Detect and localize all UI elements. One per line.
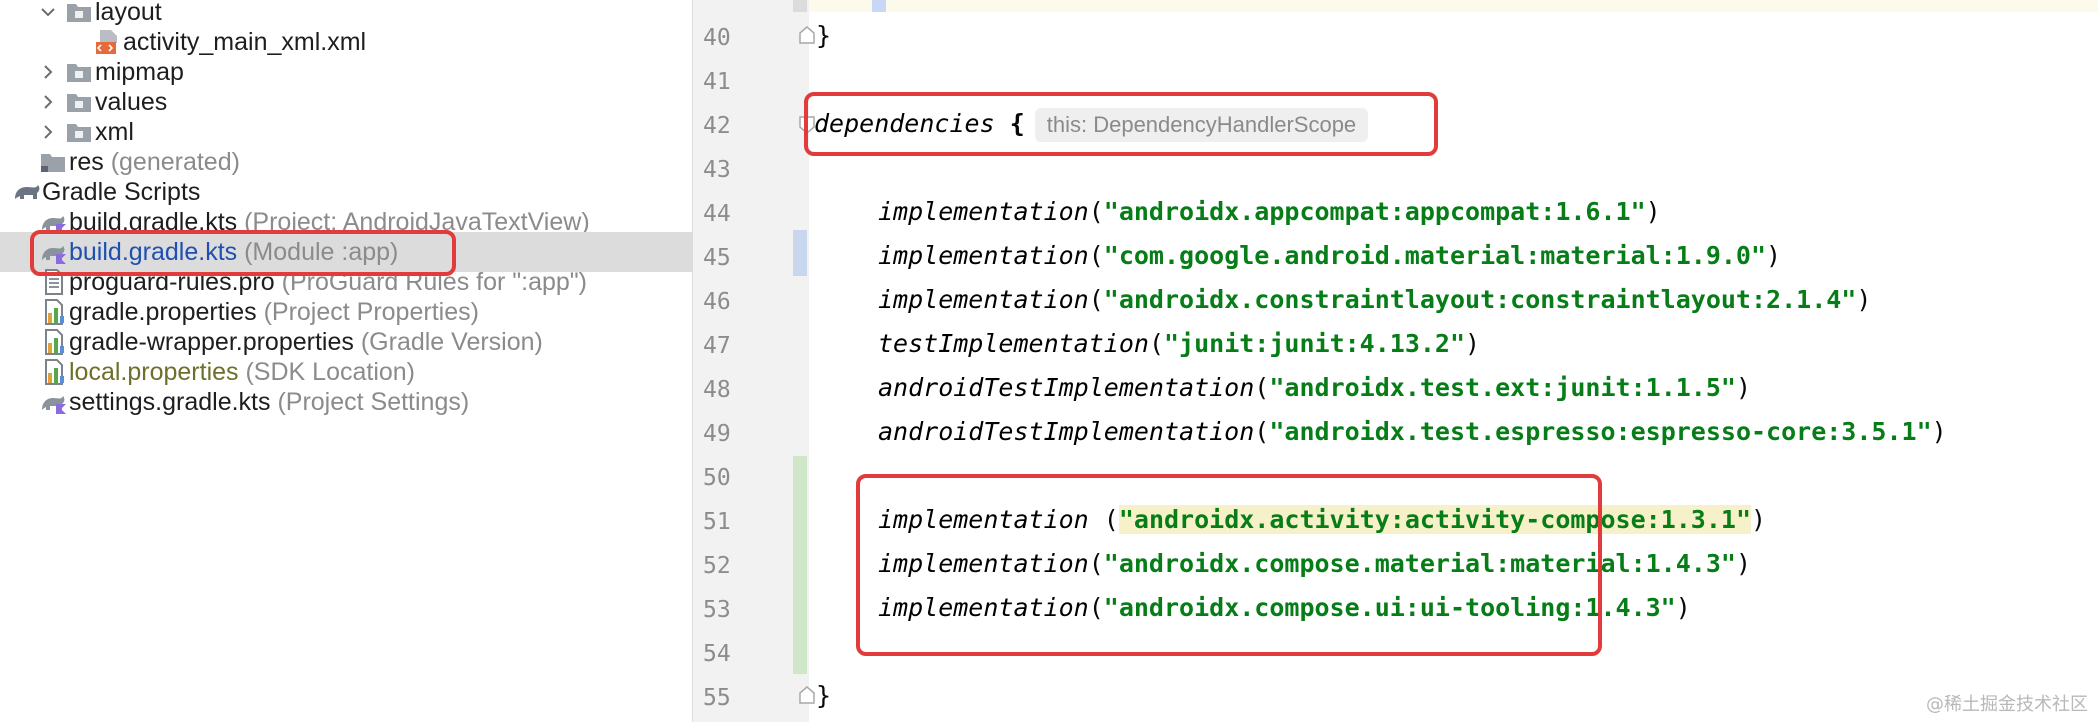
code-line: } [816,14,831,58]
gradle-kts-file-icon [40,382,70,422]
function-name: implementation [878,197,1089,226]
tree-item-hint: (Project Settings) [277,388,470,416]
line-number: 49 [703,421,731,447]
code-area[interactable]: } dependencies {this: DependencyHandlerS… [804,0,2098,722]
function-name: androidTestImplementation [878,373,1255,402]
code-line-dependency: implementation("androidx.constraintlayou… [878,285,1872,314]
code-editor[interactable]: 40 41 42 43 44 45 46 47 48 49 50 51 52 5… [692,0,2098,722]
code-line-dependency: testImplementation("junit:junit:4.13.2") [878,329,1481,358]
dependency-string: "androidx.test.ext:junit:1.1.5" [1269,373,1736,402]
selection-highlight [872,0,886,12]
gutter-marker [793,0,807,12]
code-line-dependency: androidTestImplementation("androidx.test… [878,417,1947,446]
function-name: androidTestImplementation [878,417,1255,446]
line-number: 52 [703,553,731,579]
added-lines-marker [793,456,807,674]
editor-gutter: 40 41 42 43 44 45 46 47 48 49 50 51 52 5… [692,0,2098,722]
highlight-box-compose-deps [856,474,1602,656]
dependency-string: "androidx.constraintlayout:constraintlay… [1103,285,1857,314]
tree-item-label: settings.gradle.kts [69,388,271,416]
line-number: 41 [703,69,731,95]
line-number: 40 [703,25,731,51]
line-number: 54 [703,641,731,667]
code-line: } [816,674,831,718]
code-line-dependency: implementation("com.google.android.mater… [878,241,1782,270]
function-name: implementation [878,285,1089,314]
line-number: 51 [703,509,731,535]
dependency-string: "com.google.android.material:material:1.… [1103,241,1767,270]
code-line-dependency: implementation("androidx.appcompat:appco… [878,197,1661,226]
dependency-string: "androidx.appcompat:appcompat:1.6.1" [1103,197,1646,226]
brace: } [816,681,832,710]
tree-item-settings-gradle[interactable]: settings.gradle.kts (Project Settings) [0,382,692,422]
highlight-box-dependencies [804,92,1438,156]
line-number: 46 [703,289,731,315]
project-tree: layout activity_main_xml.xml mipmap valu… [0,0,692,722]
brace: } [816,21,832,50]
line-number: 42 [703,113,731,139]
line-number: 43 [703,157,731,183]
dependency-string: "junit:junit:4.13.2" [1164,329,1466,358]
highlight-box-module-build-file [30,230,456,276]
line-number: 47 [703,333,731,359]
modified-line-marker [793,230,807,276]
dependency-string: "androidx.test.espresso:espresso-core:3.… [1269,417,1932,446]
watermark: @稀土掘金技术社区 [1926,694,2088,715]
line-number: 45 [703,245,731,271]
line-number: 53 [703,597,731,623]
line-number: 50 [703,465,731,491]
line-number: 48 [703,377,731,403]
function-name: testImplementation [878,329,1149,358]
line-number: 55 [703,685,731,711]
line-number: 44 [703,201,731,227]
code-line-dependency: androidTestImplementation("androidx.test… [878,373,1752,402]
function-name: implementation [878,241,1089,270]
